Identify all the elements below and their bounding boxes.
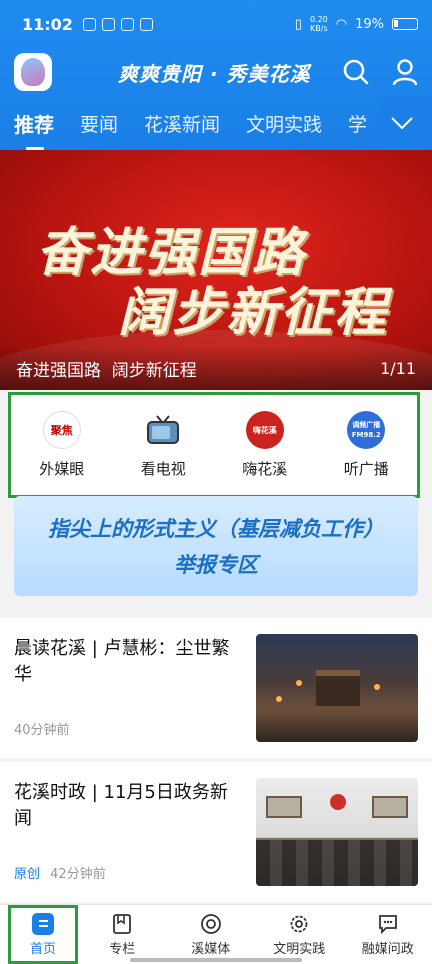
chevron-down-icon[interactable] (372, 96, 432, 150)
quick-link-foreign-media[interactable]: 聚焦 外媒眼 (17, 411, 107, 479)
nav-civilization[interactable]: 文明实践 (255, 905, 344, 964)
hi-huaxi-icon: 嗨花溪 (245, 411, 284, 449)
nav-inquiry[interactable]: 融媒问政 (344, 905, 432, 964)
thumbnail-board (372, 796, 408, 818)
thumbnail-lamp (276, 696, 282, 702)
slogan: 爽爽贵阳 · 秀美花溪 (118, 61, 311, 86)
banner-carousel[interactable]: 奋进强国路 阔步新征程 奋进强国路 阔步新征程 1/11 (0, 150, 432, 390)
quick-link-hi-huaxi[interactable]: 嗨花溪 嗨花溪 (220, 411, 310, 479)
tab-recommend[interactable]: 推荐 (14, 109, 54, 150)
tv-icon (144, 411, 183, 449)
news-time: 40分钟前 (14, 723, 70, 738)
quick-link-label: 外媒眼 (39, 460, 85, 478)
app-logo[interactable] (14, 53, 52, 91)
promo-line-1: 指尖上的形式主义（基层减负工作） (48, 517, 384, 541)
category-tabs: 推荐 要闻 花溪新闻 文明实践 学 (0, 96, 432, 150)
quick-link-label: 听广播 (343, 460, 389, 478)
quick-link-label: 看电视 (140, 460, 186, 478)
nav-label: 溪媒体 (191, 941, 231, 957)
news-thumbnail (256, 634, 418, 742)
nav-media[interactable]: 溪媒体 (167, 905, 256, 964)
app-icon (139, 17, 153, 31)
report-zone-banner[interactable]: 指尖上的形式主义（基层减负工作） 举报专区 (14, 496, 418, 596)
notification-icon (82, 17, 96, 31)
nav-home[interactable]: 首页 (8, 905, 78, 964)
nav-label: 首页 (29, 941, 56, 957)
focus-icon: 聚焦 (42, 411, 81, 449)
nav-label: 文明实践 (273, 941, 326, 957)
status-bar: 11:02 ▯ 0.20 KB/s ◠ 19% (0, 0, 432, 48)
user-icon[interactable] (392, 58, 418, 86)
nav-column[interactable]: 专栏 (78, 905, 167, 964)
quick-link-tv[interactable]: 看电视 (118, 411, 208, 479)
vibrate-icon: ▯ (294, 16, 302, 32)
news-title: 晨读花溪 | 卢慧彬：尘世繁华 (14, 638, 230, 685)
banner-caption: 奋进强国路 阔步新征程 (16, 360, 197, 381)
logo-icon (21, 58, 45, 86)
home-icon (32, 912, 54, 935)
news-item[interactable]: 晨读花溪 | 卢慧彬：尘世繁华 40分钟前 (0, 618, 432, 758)
tab-news[interactable]: 要闻 (80, 110, 118, 137)
bookmark-icon (113, 913, 132, 934)
original-tag: 原创 (14, 867, 41, 882)
status-right: ▯ 0.20 KB/s ◠ 19% (295, 15, 418, 33)
thumbnail-people (256, 840, 418, 886)
quick-link-label: 嗨花溪 (242, 460, 288, 478)
home-indicator[interactable] (130, 958, 302, 962)
notification-icon (101, 17, 115, 31)
promo-line-2: 举报专区 (174, 553, 258, 577)
media-circle-icon (200, 913, 221, 934)
battery-icon (392, 18, 418, 30)
news-meta: 40分钟前 (14, 719, 70, 738)
search-icon[interactable] (342, 58, 370, 86)
battery-percent: 19% (355, 16, 384, 32)
news-thumbnail (256, 778, 418, 886)
thumbnail-lamp (374, 684, 380, 690)
net-speed: 0.20 KB/s (309, 15, 328, 33)
quick-links: 聚焦 外媒眼 看电视 嗨花溪 嗨花溪 调频广播 FM98.2 听广播 (8, 392, 420, 498)
thumbnail-gate (316, 670, 360, 706)
banner-headline-2: 阔步新征程 (118, 283, 389, 343)
top-bar: 爽爽贵阳 · 秀美花溪 (0, 48, 432, 96)
bottom-nav: 首页 专栏 溪媒体 文明实践 融媒问政 (0, 904, 432, 964)
tab-civilization[interactable]: 文明实践 (246, 110, 322, 137)
news-meta: 原创 42分钟前 (14, 863, 106, 882)
notification-icons (82, 17, 153, 31)
quick-link-radio[interactable]: 调频广播 FM98.2 听广播 (321, 411, 411, 479)
thumbnail-lamp (296, 680, 302, 686)
banner-caption-bar: 奋进强国路 阔步新征程 1/11 (0, 346, 432, 390)
tiktok-icon (120, 17, 134, 31)
nav-label: 专栏 (109, 941, 136, 957)
thumbnail-board (266, 796, 302, 818)
radio-icon: 调频广播 FM98.2 (347, 411, 386, 449)
status-time: 11:02 (22, 14, 73, 34)
news-item[interactable]: 花溪时政 | 11月5日政务新闻 原创 42分钟前 (0, 762, 432, 902)
banner-counter: 1/11 (380, 358, 416, 378)
news-title: 花溪时政 | 11月5日政务新闻 (14, 782, 228, 829)
chat-icon (378, 914, 397, 934)
news-time: 42分钟前 (50, 867, 106, 882)
gear-icon (290, 915, 308, 932)
wifi-icon: ◠ (335, 16, 348, 32)
tab-study[interactable]: 学 (348, 110, 367, 137)
tab-huaxi-news[interactable]: 花溪新闻 (144, 110, 220, 137)
app-header: 11:02 ▯ 0.20 KB/s ◠ 19% 爽爽贵阳 · 秀美花溪 推荐 要… (0, 0, 432, 150)
thumbnail-emblem (330, 794, 346, 810)
nav-label: 融媒问政 (361, 941, 414, 957)
